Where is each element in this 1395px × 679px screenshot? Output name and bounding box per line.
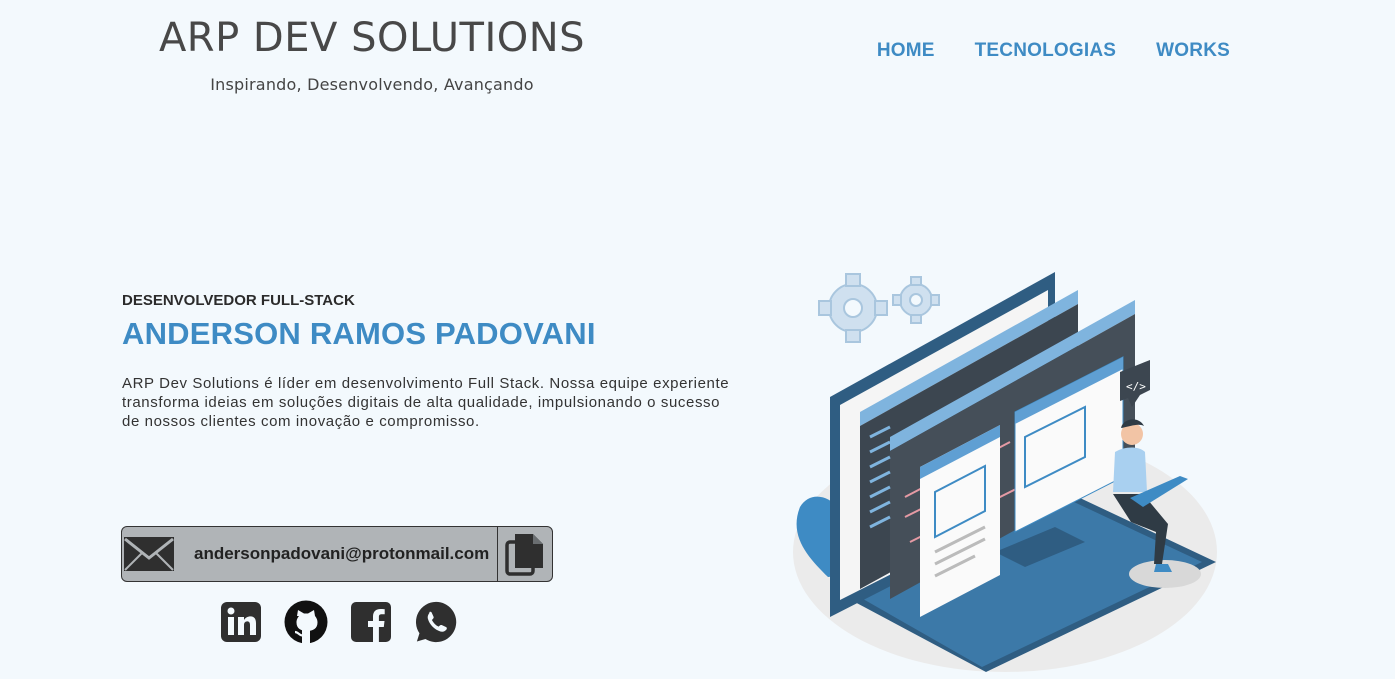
facebook-icon[interactable]	[349, 599, 393, 645]
copy-icon	[505, 534, 543, 576]
envelope-icon	[122, 527, 176, 581]
github-icon[interactable]	[284, 599, 328, 645]
main-nav: HOME TECNOLOGIAS WORKS	[877, 40, 1230, 62]
brand-title: ARP DEV SOLUTIONS	[158, 15, 586, 61]
hero-description: ARP Dev Solutions é líder em desenvolvim…	[122, 375, 730, 430]
nav-works-link[interactable]: WORKS	[1156, 40, 1230, 62]
page: ARP DEV SOLUTIONS Inspirando, Desenvolve…	[0, 0, 1395, 679]
brand: ARP DEV SOLUTIONS Inspirando, Desenvolve…	[145, 14, 599, 94]
developer-illustration: </>	[770, 262, 1240, 679]
nav-home-link[interactable]: HOME	[877, 40, 935, 62]
hero-section: DESENVOLVEDOR FULL-STACK ANDERSON RAMOS …	[122, 292, 762, 431]
copy-email-button[interactable]	[497, 527, 552, 581]
hero-name: ANDERSON RAMOS PADOVANI	[122, 316, 596, 351]
social-links	[219, 599, 458, 645]
email-address: andersonpadovani@protonmail.com	[194, 544, 490, 563]
email-box: andersonpadovani@protonmail.com	[121, 526, 553, 582]
hero-role: DESENVOLVEDOR FULL-STACK	[122, 292, 355, 309]
linkedin-icon[interactable]	[219, 599, 263, 645]
whatsapp-icon[interactable]	[414, 599, 458, 645]
svg-text:</>: </>	[1126, 380, 1146, 393]
brand-tagline: Inspirando, Desenvolvendo, Avançando	[210, 75, 534, 94]
nav-tecnologias-link[interactable]: TECNOLOGIAS	[975, 40, 1117, 62]
